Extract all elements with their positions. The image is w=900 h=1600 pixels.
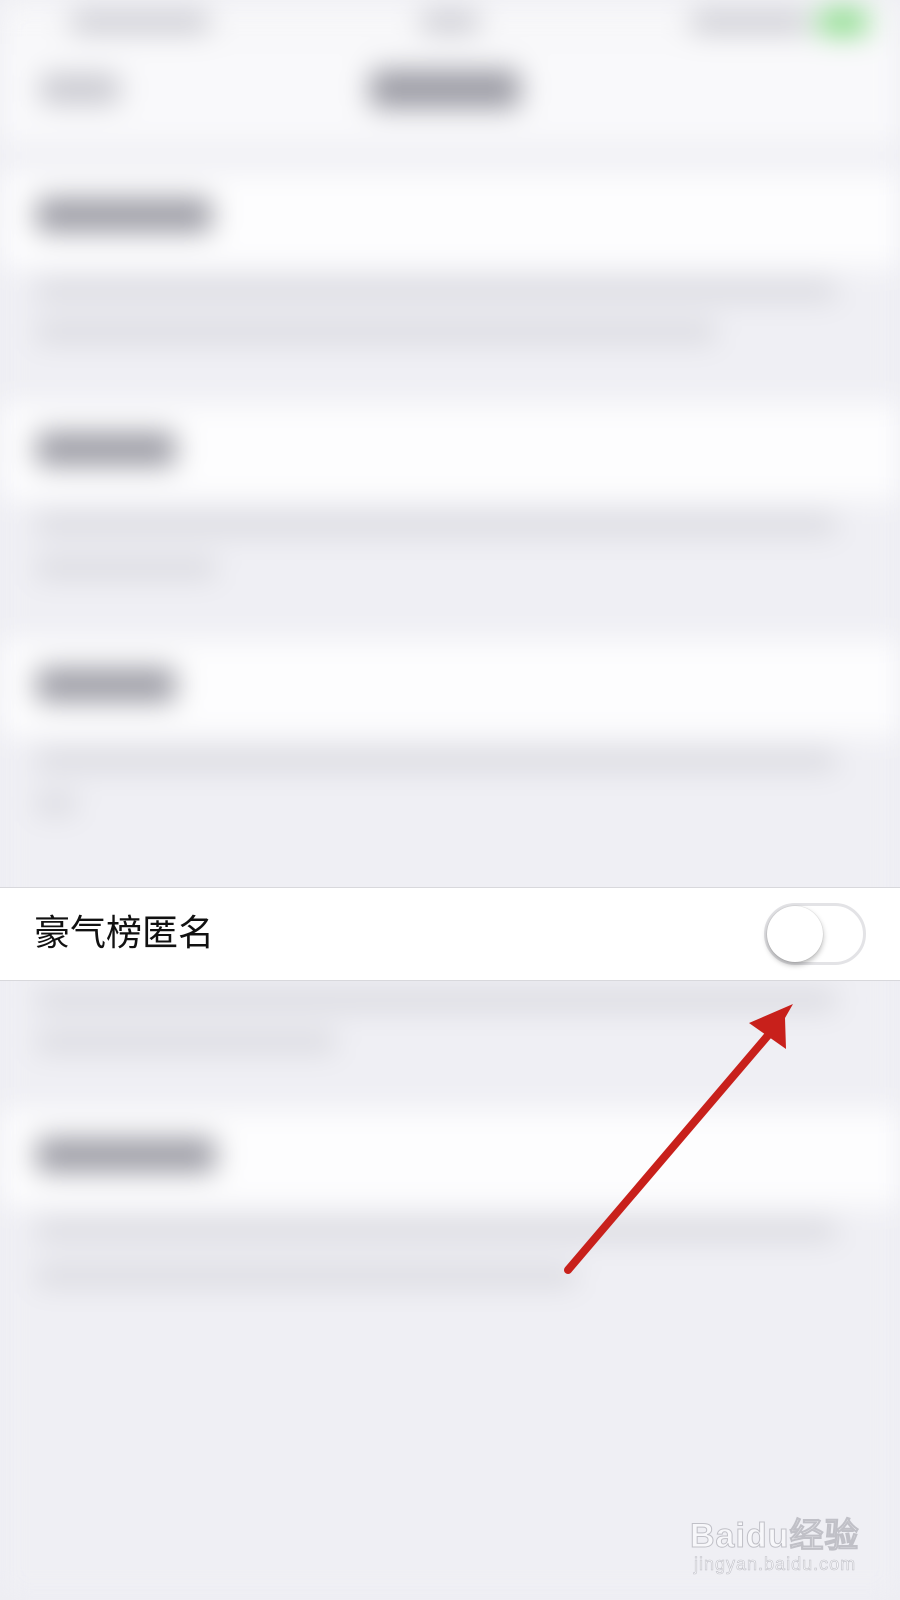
- status-bar: [0, 0, 900, 44]
- nav-bar: [0, 44, 900, 144]
- watermark-logo-text: Baidu: [689, 1517, 790, 1556]
- watermark-url: jingyan.baidu.com: [694, 1554, 857, 1575]
- setting-row-anonymous[interactable]: 豪气榜匿名: [0, 887, 900, 981]
- setting-label: 豪气榜匿名: [34, 913, 215, 954]
- blurred-background: [0, 0, 900, 1600]
- watermark-logo: Baidu经验: [689, 1508, 860, 1557]
- toggle-knob: [767, 906, 823, 962]
- watermark-logo-suffix: 经验: [789, 1517, 860, 1556]
- anonymous-toggle-switch[interactable]: [764, 903, 866, 965]
- baidu-jingyan-watermark: Baidu经验 jingyan.baidu.com: [689, 1500, 890, 1590]
